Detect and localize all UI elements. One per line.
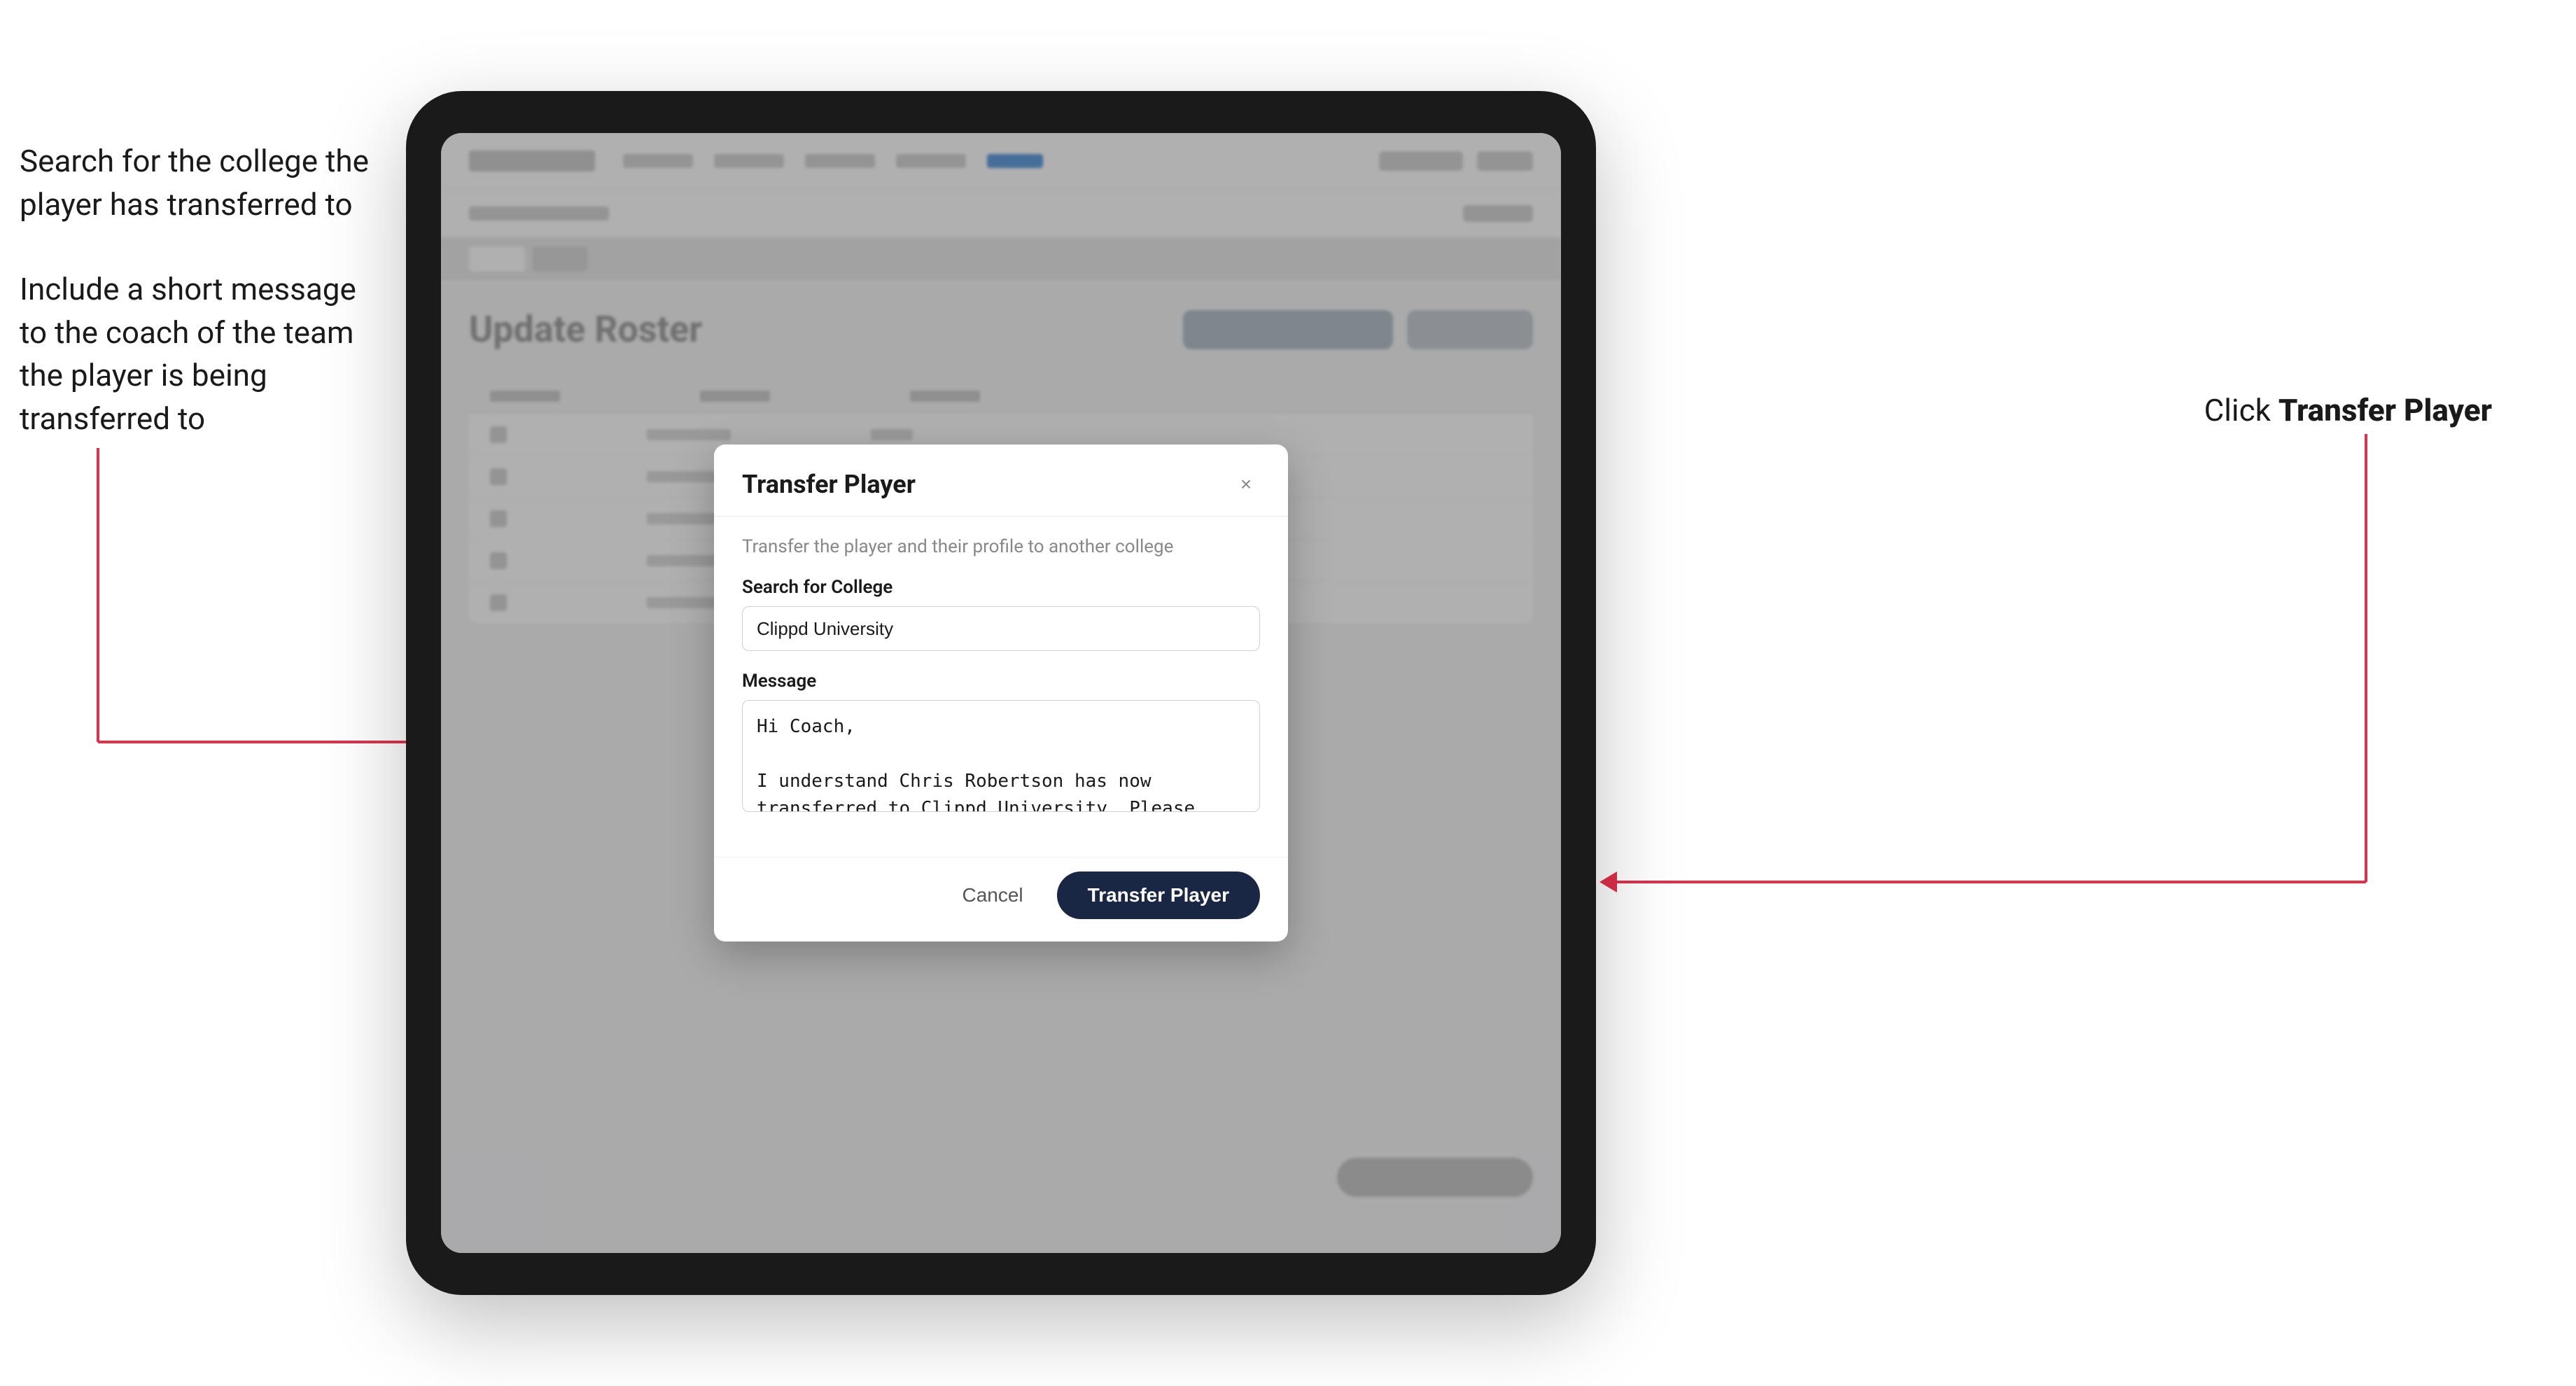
annotation-right-panel: Click Transfer Player — [2204, 392, 2492, 428]
annotation-message-text: Include a short message to the coach of … — [20, 268, 384, 440]
modal-overlay: Transfer Player × Transfer the player an… — [441, 133, 1561, 1253]
message-textarea[interactable]: Hi Coach, I understand Chris Robertson h… — [742, 700, 1260, 812]
modal-title: Transfer Player — [742, 470, 916, 499]
transfer-player-button[interactable]: Transfer Player — [1057, 872, 1260, 919]
annotation-left-panel: Search for the college the player has tr… — [20, 140, 384, 483]
cancel-button[interactable]: Cancel — [945, 873, 1040, 918]
ipad-frame: Update Roster — [406, 91, 1596, 1295]
ipad-screen: Update Roster — [441, 133, 1561, 1253]
search-college-label: Search for College — [742, 577, 1260, 598]
modal-close-button[interactable]: × — [1232, 470, 1260, 498]
transfer-player-modal: Transfer Player × Transfer the player an… — [714, 444, 1288, 941]
modal-description: Transfer the player and their profile to… — [742, 536, 1260, 557]
message-label: Message — [742, 671, 1260, 692]
annotation-right-text: Click Transfer Player — [2204, 392, 2492, 428]
message-group: Message Hi Coach, I understand Chris Rob… — [742, 671, 1260, 815]
search-college-group: Search for College — [742, 577, 1260, 651]
search-college-input[interactable] — [742, 606, 1260, 651]
modal-body: Transfer the player and their profile to… — [714, 517, 1288, 857]
modal-footer: Cancel Transfer Player — [714, 857, 1288, 941]
modal-header: Transfer Player × — [714, 444, 1288, 517]
annotation-search-text: Search for the college the player has tr… — [20, 140, 384, 226]
